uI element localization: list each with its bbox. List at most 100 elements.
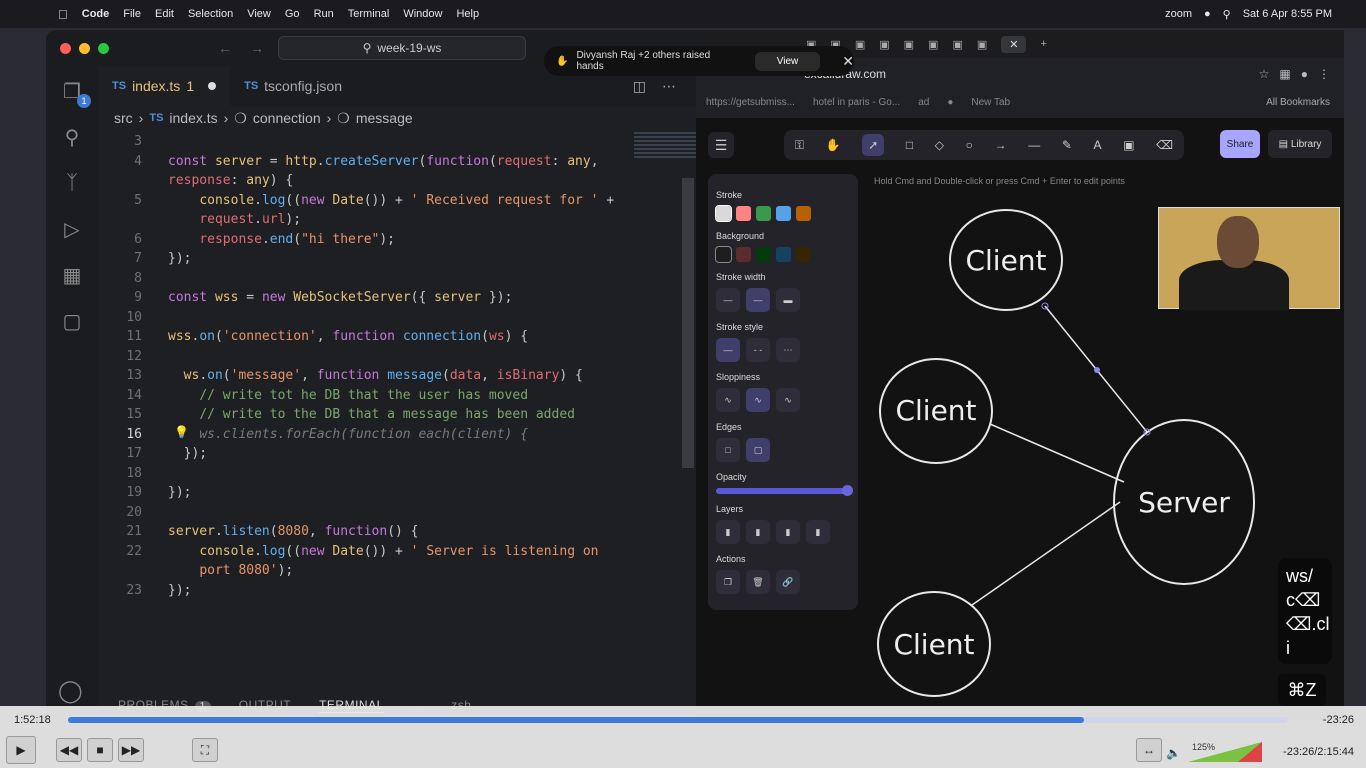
code-line[interactable]: response.end("hi there"); <box>168 230 395 249</box>
datetime[interactable]: Sat 6 Apr 8:55 PM <box>1243 8 1332 20</box>
breadcrumb-connection[interactable]: connection <box>253 110 321 126</box>
menu-go[interactable]: Go <box>285 8 300 20</box>
lightbulb-icon[interactable]: 💡 <box>174 425 189 439</box>
explorer-icon[interactable]: ❐ 1 <box>59 78 91 108</box>
arrow-icon[interactable]: → <box>995 138 1007 152</box>
thin-option[interactable]: — <box>716 288 740 312</box>
browser-tab[interactable]: ▣ <box>928 38 938 51</box>
extra-bold-option[interactable]: ▬ <box>776 288 800 312</box>
source-control-icon[interactable]: ᛉ <box>59 170 85 196</box>
extensions-icon[interactable]: ▦ <box>1279 67 1290 81</box>
menu-terminal[interactable]: Terminal <box>348 8 390 20</box>
diamond-icon[interactable]: ◇ <box>935 138 944 152</box>
tab-index-ts[interactable]: TS index.ts 1 <box>98 66 231 106</box>
code-editor[interactable]: 3 4 const server = http.createServer(funct… <box>98 130 676 600</box>
architect-option[interactable]: ∿ <box>716 388 740 412</box>
play-button[interactable]: ▶ <box>6 736 36 764</box>
stroke-swatch[interactable] <box>715 205 732 222</box>
unsaved-dot-icon[interactable] <box>208 82 217 90</box>
round-edge-option[interactable]: ▢ <box>746 438 770 462</box>
code-line[interactable]: ws.clients.forEach(function each(client)… <box>168 425 528 444</box>
code-line[interactable]: }); <box>168 444 208 463</box>
zoom-window-button[interactable] <box>98 42 109 54</box>
rectangle-icon[interactable]: □ <box>906 138 913 152</box>
code-line[interactable]: console.log((new Date()) + ' Received re… <box>168 191 614 210</box>
code-line[interactable]: response: any) { <box>168 171 293 190</box>
rewind-button[interactable]: ◀◀ <box>56 738 82 762</box>
stroke-swatch[interactable] <box>776 206 791 221</box>
zoom-status-icon[interactable]: zoom <box>1165 8 1192 20</box>
link-icon[interactable]: 🔗 <box>776 570 800 594</box>
artist-option[interactable]: ∿ <box>746 388 770 412</box>
dashed-option[interactable]: - - <box>746 338 770 362</box>
extensions-icon[interactable]: ▦ <box>59 262 85 288</box>
pencil-icon[interactable]: ✎ <box>1062 138 1072 152</box>
text-icon[interactable]: A <box>1094 138 1102 152</box>
close-window-button[interactable] <box>60 42 71 54</box>
editor-scrollbar[interactable] <box>682 178 694 468</box>
menu-kebab-icon[interactable]: ⋮ <box>1318 67 1330 81</box>
stop-button[interactable]: ■ <box>87 738 113 762</box>
code-line[interactable]: // write to the DB that a message has be… <box>168 405 575 424</box>
browser-tab[interactable]: ▣ <box>977 38 987 51</box>
code-line[interactable]: console.log((new Date()) + ' Server is l… <box>168 542 598 561</box>
browser-tab[interactable]: ▣ <box>855 38 865 51</box>
send-back-icon[interactable]: ▮ <box>716 520 740 544</box>
eraser-icon[interactable]: ⌫ <box>1156 138 1173 152</box>
star-icon[interactable]: ☆ <box>1259 67 1270 81</box>
bookmark-5[interactable]: New Tab <box>971 97 1010 108</box>
search-icon[interactable]: ⚲ <box>59 124 85 150</box>
code-line[interactable]: }); <box>168 483 191 502</box>
image-icon[interactable]: ▣ <box>1123 138 1134 152</box>
menu-window[interactable]: Window <box>403 8 442 20</box>
tab-tsconfig[interactable]: TS tsconfig.json <box>230 66 356 106</box>
account-icon[interactable]: ◯ <box>58 678 83 704</box>
bold-option[interactable]: — <box>746 288 770 312</box>
trash-icon[interactable]: 🗑 <box>746 570 770 594</box>
stroke-swatch[interactable] <box>736 206 751 221</box>
menu-help[interactable]: Help <box>456 8 479 20</box>
menu-view[interactable]: View <box>247 8 271 20</box>
browser-tab[interactable]: ▣ <box>952 38 962 51</box>
selection-arrow-icon[interactable]: ➚ <box>862 134 885 156</box>
code-line[interactable]: }); <box>168 249 191 268</box>
minimap[interactable] <box>634 130 696 170</box>
code-line[interactable]: wss.on('connection', function connection… <box>168 327 528 346</box>
menu-app[interactable]: Code <box>82 8 110 20</box>
new-tab-icon[interactable]: + <box>1040 38 1046 50</box>
menu-run[interactable]: Run <box>314 8 334 20</box>
bookmark-4[interactable]: ● <box>947 97 953 108</box>
seek-bar[interactable] <box>68 717 1288 723</box>
send-backward-icon[interactable]: ▮ <box>746 520 770 544</box>
minimize-window-button[interactable] <box>79 42 90 54</box>
cartoonist-option[interactable]: ∿ <box>776 388 800 412</box>
code-line[interactable]: ws.on('message', function message(data, … <box>168 366 583 385</box>
back-arrow-icon[interactable]: ← <box>218 40 232 56</box>
close-icon[interactable]: ✕ <box>842 53 854 70</box>
edge-client3-server[interactable] <box>971 501 1121 606</box>
bookmark-2[interactable]: hotel in paris - Go... <box>813 97 900 108</box>
forward-button[interactable]: ▶▶ <box>118 738 144 762</box>
library-button[interactable]: ▤ Library <box>1268 130 1332 158</box>
more-actions-icon[interactable]: ⋯ <box>662 78 676 95</box>
search-icon[interactable]: ⚲ <box>1223 8 1231 21</box>
apple-icon[interactable]:  <box>58 7 68 22</box>
fullscreen-button[interactable]: ⛶ <box>192 738 218 762</box>
breadcrumb-file[interactable]: index.ts <box>169 110 217 126</box>
solid-option[interactable]: — <box>716 338 740 362</box>
speaker-icon[interactable]: 🔈 <box>1166 746 1181 760</box>
opacity-slider[interactable] <box>716 485 853 496</box>
active-tab-close-icon[interactable]: ✕ <box>1001 35 1027 53</box>
stroke-swatch[interactable] <box>756 206 771 221</box>
edge-client2-server[interactable] <box>989 423 1125 483</box>
bg-swatch[interactable] <box>796 247 811 262</box>
code-line[interactable]: // write tot he DB that the user has mov… <box>168 386 528 405</box>
code-line[interactable]: const wss = new WebSocketServer({ server… <box>168 288 512 307</box>
duplicate-icon[interactable]: ❐ <box>716 570 740 594</box>
aspect-button[interactable]: ↔ <box>1136 738 1162 762</box>
sharp-edge-option[interactable]: □ <box>716 438 740 462</box>
menu-edit[interactable]: Edit <box>155 8 174 20</box>
code-line[interactable]: request.url); <box>168 210 301 229</box>
command-center-search[interactable]: ⚲ week-19-ws <box>278 36 526 60</box>
browser-tab[interactable]: ▣ <box>904 38 914 51</box>
